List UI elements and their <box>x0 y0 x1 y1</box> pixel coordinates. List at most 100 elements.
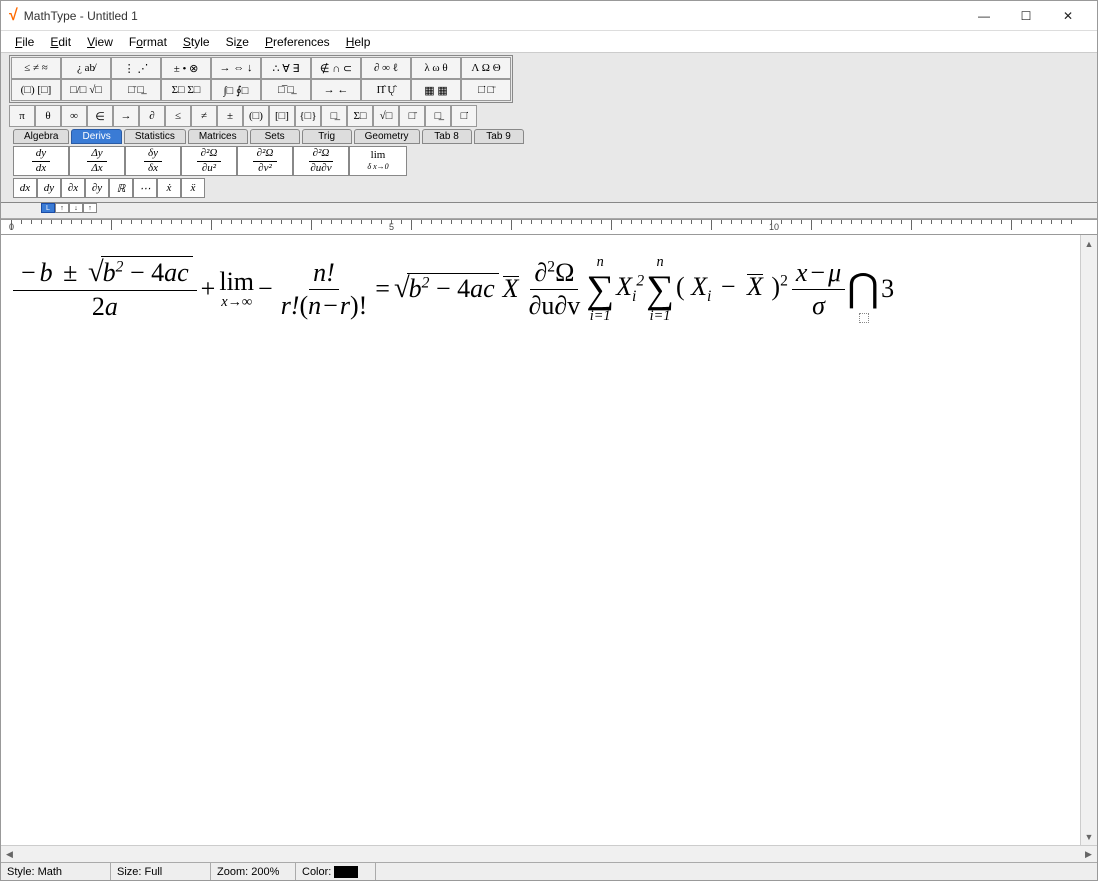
maximize-button[interactable]: ☐ <box>1005 2 1047 30</box>
symbol-btn-6[interactable]: ≤ <box>165 105 191 127</box>
palette-btn-r2-1[interactable]: □/□ √□ <box>61 79 111 101</box>
deriv-template-5[interactable]: ∂²Ω∂u∂v <box>293 146 349 176</box>
menu-edit[interactable]: Edit <box>42 33 79 51</box>
tab-derivs[interactable]: Derivs <box>71 129 121 144</box>
tab-left-icon[interactable]: L <box>41 203 55 213</box>
scroll-up-icon[interactable]: ▲ <box>1081 235 1097 252</box>
menu-format[interactable]: Format <box>121 33 175 51</box>
palette-btn-r1-2[interactable]: ⋮ ⋰ <box>111 57 161 79</box>
equation[interactable]: −b ± √b2 − 4ac 2a + lim x→∞ − n! r!(n−r)… <box>13 255 1077 323</box>
symbol-btn-17[interactable]: □̇ <box>451 105 477 127</box>
editor-area[interactable]: −b ± √b2 − 4ac 2a + lim x→∞ − n! r!(n−r)… <box>1 235 1097 845</box>
symbol-btn-10[interactable]: [□] <box>269 105 295 127</box>
scroll-right-icon[interactable]: ▶ <box>1080 849 1097 860</box>
status-zoom[interactable]: Zoom: 200% <box>211 863 296 880</box>
menu-file[interactable]: File <box>7 33 42 51</box>
deriv-template-0[interactable]: dydx <box>13 146 69 176</box>
palette-btn-r2-2[interactable]: □̄ □̲ <box>111 79 161 101</box>
small-symbol-5[interactable]: ⋯ <box>133 178 157 198</box>
symbol-btn-14[interactable]: √□ <box>373 105 399 127</box>
palette-btn-r1-9[interactable]: Λ Ω Θ <box>461 57 511 79</box>
menu-preferences[interactable]: Preferences <box>257 33 338 51</box>
small-symbol-0[interactable]: dx <box>13 178 37 198</box>
menu-view[interactable]: View <box>79 33 121 51</box>
small-symbol-3[interactable]: ∂y <box>85 178 109 198</box>
tab-tab-9[interactable]: Tab 9 <box>474 129 524 144</box>
symbol-btn-2[interactable]: ∞ <box>61 105 87 127</box>
menu-size[interactable]: Size <box>218 33 257 51</box>
scroll-left-icon[interactable]: ◀ <box>1 849 18 860</box>
symbol-btn-12[interactable]: □̲ <box>321 105 347 127</box>
tab-dec-icon[interactable]: ↑ <box>83 203 97 213</box>
tab-right-icon[interactable]: ↓ <box>69 203 83 213</box>
limit[interactable]: lim x→∞ <box>219 269 254 309</box>
combinatorics-fraction[interactable]: n! r!(n−r)! <box>277 257 372 320</box>
symbol-btn-16[interactable]: □̲ <box>425 105 451 127</box>
tab-trig[interactable]: Trig <box>302 129 352 144</box>
scroll-down-icon[interactable]: ▼ <box>1081 828 1097 845</box>
palette-btn-r2-0[interactable]: (□) [□] <box>11 79 61 101</box>
palette-btn-r1-1[interactable]: ¿ ab̸ <box>61 57 111 79</box>
palette-btn-r1-5[interactable]: ∴ ∀ ∃ <box>261 57 311 79</box>
small-symbol-7[interactable]: ẍ <box>181 178 205 198</box>
symbol-btn-5[interactable]: ∂ <box>139 105 165 127</box>
palette-btn-r2-8[interactable]: ▦ ▦ <box>411 79 461 101</box>
small-symbol-1[interactable]: dy <box>37 178 61 198</box>
deriv-template-2[interactable]: δyδx <box>125 146 181 176</box>
big-intersection[interactable]: ⋂ <box>847 255 879 323</box>
tab-tab-8[interactable]: Tab 8 <box>422 129 472 144</box>
tab-geometry[interactable]: Geometry <box>354 129 420 144</box>
close-button[interactable]: ✕ <box>1047 2 1089 30</box>
symbol-btn-3[interactable]: ∈ <box>87 105 113 127</box>
symbol-btn-0[interactable]: π <box>9 105 35 127</box>
palette-btn-r2-3[interactable]: Σ□ Σ□ <box>161 79 211 101</box>
palette-btn-r2-7[interactable]: Π̂ Ų̂ <box>361 79 411 101</box>
status-style[interactable]: Style: Math <box>1 863 111 880</box>
symbol-btn-13[interactable]: Σ□ <box>347 105 373 127</box>
sum-1[interactable]: n ∑ i=1 <box>586 255 614 323</box>
small-symbol-4[interactable]: ℝ <box>109 178 133 198</box>
tab-center-icon[interactable]: ↑ <box>55 203 69 213</box>
small-symbol-6[interactable]: ẋ <box>157 178 181 198</box>
x-bar[interactable]: X <box>501 274 521 304</box>
symbol-btn-1[interactable]: θ <box>35 105 61 127</box>
symbol-btn-8[interactable]: ± <box>217 105 243 127</box>
symbol-btn-7[interactable]: ≠ <box>191 105 217 127</box>
vertical-scrollbar[interactable]: ▲ ▼ <box>1080 235 1097 845</box>
palette-btn-r2-5[interactable]: □̅ □̲ <box>261 79 311 101</box>
palette-btn-r2-4[interactable]: ∫□ ∮□ <box>211 79 261 101</box>
horizontal-scrollbar[interactable]: ◀ ▶ <box>1 845 1097 862</box>
symbol-btn-4[interactable]: → <box>113 105 139 127</box>
deriv-template-3[interactable]: ∂²Ω∂u² <box>181 146 237 176</box>
menu-style[interactable]: Style <box>175 33 218 51</box>
status-size[interactable]: Size: Full <box>111 863 211 880</box>
palette-btn-r1-3[interactable]: ± • ⊗ <box>161 57 211 79</box>
palette-btn-r1-7[interactable]: ∂ ∞ ℓ <box>361 57 411 79</box>
minimize-button[interactable]: — <box>963 2 1005 30</box>
menu-help[interactable]: Help <box>338 33 379 51</box>
tab-statistics[interactable]: Statistics <box>124 129 186 144</box>
zscore-fraction[interactable]: x−μ σ <box>792 257 845 320</box>
tab-sets[interactable]: Sets <box>250 129 300 144</box>
quadratic-fraction[interactable]: −b ± √b2 − 4ac 2a <box>13 256 197 323</box>
palette-btn-r1-6[interactable]: ∉ ∩ ⊂ <box>311 57 361 79</box>
deriv-template-6[interactable]: limδ x→0 <box>349 146 407 176</box>
palette-btn-r2-6[interactable]: → ← <box>311 79 361 101</box>
symbol-btn-11[interactable]: {□} <box>295 105 321 127</box>
deriv-template-4[interactable]: ∂²Ω∂v² <box>237 146 293 176</box>
palette-btn-r1-4[interactable]: → ⇔ ↓ <box>211 57 261 79</box>
palette-btn-r1-8[interactable]: λ ω θ <box>411 57 461 79</box>
ruler[interactable]: 0510 <box>1 219 1097 235</box>
palette-btn-r2-9[interactable]: □̇ □̈ <box>461 79 511 101</box>
sqrt-rhs[interactable]: √b2 − 4ac <box>394 273 499 305</box>
tab-algebra[interactable]: Algebra <box>13 129 69 144</box>
sum-2[interactable]: n ∑ i=1 <box>646 255 674 323</box>
deriv-template-1[interactable]: ΔyΔx <box>69 146 125 176</box>
tab-matrices[interactable]: Matrices <box>188 129 248 144</box>
palette-btn-r1-0[interactable]: ≤ ≠ ≈ <box>11 57 61 79</box>
small-symbol-2[interactable]: ∂x <box>61 178 85 198</box>
symbol-btn-15[interactable]: □̄ <box>399 105 425 127</box>
symbol-btn-9[interactable]: (□) <box>243 105 269 127</box>
subscript-slot[interactable] <box>859 313 869 323</box>
status-color[interactable]: Color: <box>296 863 376 880</box>
